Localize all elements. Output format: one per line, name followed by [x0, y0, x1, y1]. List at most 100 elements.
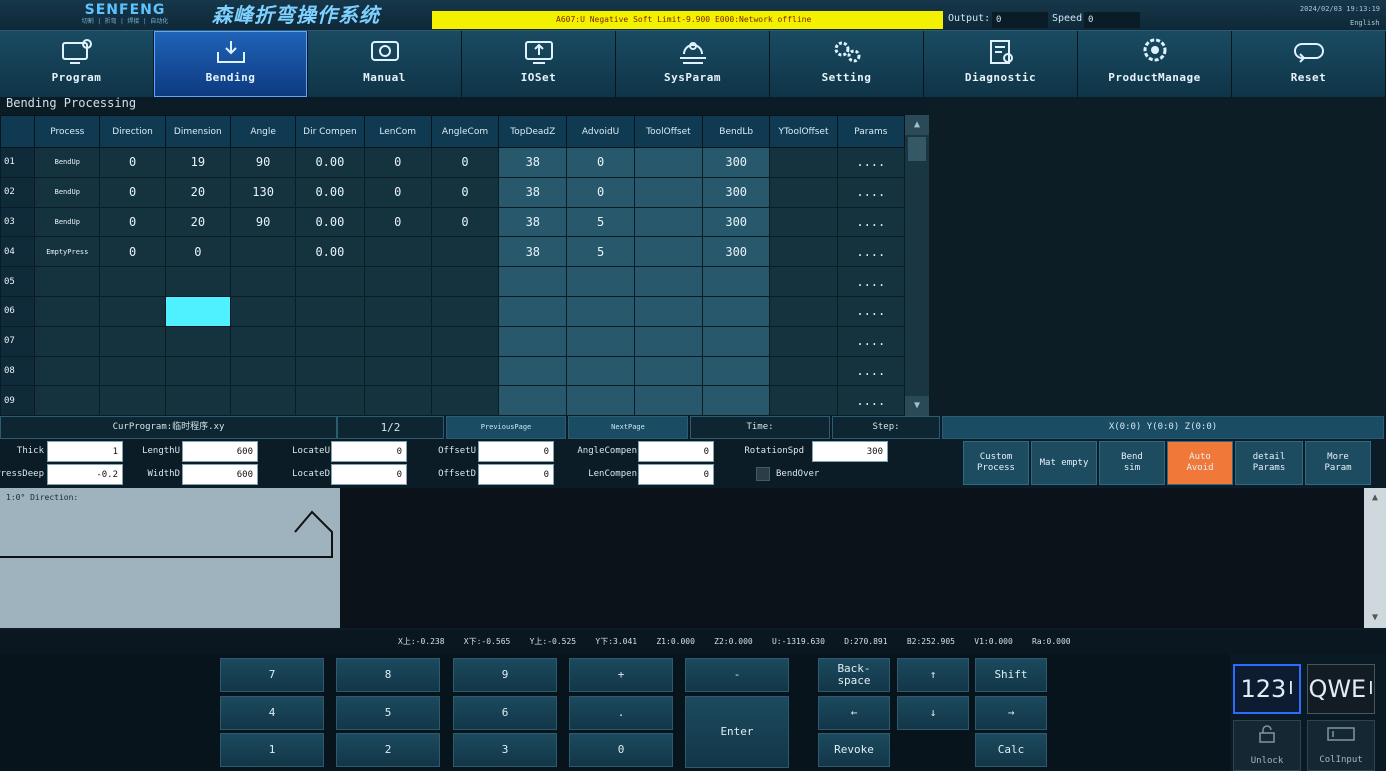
table-cell[interactable] [295, 355, 365, 387]
bendover-checkbox[interactable] [756, 467, 770, 481]
table-cell[interactable] [229, 295, 297, 327]
table-cell[interactable] [633, 385, 704, 417]
table-cell[interactable]: 0 [363, 147, 432, 178]
table-cell[interactable]: 0 [566, 176, 635, 208]
table-cell[interactable]: 20 [164, 176, 231, 208]
lencompen-input[interactable]: 0 [638, 464, 714, 485]
table-cell[interactable] [430, 266, 500, 297]
table-cell[interactable] [430, 355, 500, 387]
table-cell[interactable] [566, 295, 635, 327]
table-cell[interactable] [566, 266, 635, 297]
custom-process-button[interactable]: Custom Process [963, 441, 1029, 485]
table-cell[interactable]: 0 [430, 176, 500, 208]
table-cell[interactable] [769, 355, 838, 387]
row-number[interactable]: 01 [0, 147, 36, 178]
table-cell[interactable] [34, 385, 101, 417]
table-cell[interactable] [295, 295, 365, 327]
table-cell[interactable]: 0 [99, 206, 166, 238]
table-cell[interactable]: 0 [363, 176, 432, 208]
table-cell[interactable]: 130 [229, 176, 297, 208]
key-minus[interactable]: - [685, 658, 789, 692]
key-8[interactable]: 8 [336, 658, 440, 692]
table-cell[interactable]: 0.00 [295, 147, 365, 178]
table-cell[interactable]: 300 [702, 147, 771, 178]
language-switch[interactable]: English [1350, 19, 1380, 27]
table-cell[interactable]: .... [836, 325, 906, 357]
table-cell[interactable]: 19 [164, 147, 231, 178]
table-cell[interactable] [702, 325, 771, 357]
arrow-down-key[interactable]: ↓ [897, 696, 969, 730]
row-number[interactable]: 06 [0, 295, 36, 327]
table-cell[interactable] [363, 325, 432, 357]
table-cell[interactable]: .... [836, 176, 906, 208]
table-cell[interactable] [498, 385, 568, 417]
table-row[interactable]: 04 EmptyPress 0 0 0.00 38 5 300.... [0, 236, 906, 268]
table-cell[interactable] [633, 206, 704, 238]
offsetd-input[interactable]: 0 [478, 464, 554, 485]
table-cell[interactable]: BendUp [34, 206, 101, 238]
table-row[interactable]: 09.... [0, 385, 906, 417]
backspace-key[interactable]: Back- space [818, 658, 890, 692]
table-cell[interactable] [295, 385, 365, 417]
table-cell[interactable] [34, 355, 101, 387]
table-cell[interactable]: 90 [229, 206, 297, 238]
scroll-down-icon[interactable]: ▼ [1364, 608, 1386, 628]
scroll-down-icon[interactable]: ▼ [905, 396, 929, 416]
table-cell[interactable] [363, 266, 432, 297]
mat-empty-button[interactable]: Mat empty [1031, 441, 1097, 485]
table-cell[interactable] [498, 325, 568, 357]
table-cell[interactable]: .... [836, 355, 906, 387]
nav-reset[interactable]: Reset [1232, 31, 1386, 97]
scroll-up-icon[interactable]: ▲ [1364, 488, 1386, 508]
table-cell[interactable] [164, 295, 231, 327]
table-cell[interactable] [633, 266, 704, 297]
locateu-input[interactable]: 0 [331, 441, 407, 462]
offsetu-input[interactable]: 0 [478, 441, 554, 462]
table-cell[interactable]: .... [836, 206, 906, 238]
table-cell[interactable] [633, 325, 704, 357]
table-cell[interactable] [566, 355, 635, 387]
thick-input[interactable]: 1 [47, 441, 123, 462]
table-cell[interactable] [229, 236, 297, 268]
table-cell[interactable] [498, 355, 568, 387]
scroll-thumb[interactable] [908, 137, 926, 161]
key-7[interactable]: 7 [220, 658, 324, 692]
table-row[interactable]: 05.... [0, 266, 906, 297]
table-cell[interactable]: 0.00 [295, 206, 365, 238]
revoke-key[interactable]: Revoke [818, 733, 890, 767]
bend-sim-button[interactable]: Bend sim [1099, 441, 1165, 485]
table-cell[interactable]: EmptyPress [34, 236, 101, 268]
lengthu-input[interactable]: 600 [182, 441, 258, 462]
arrow-right-key[interactable]: → [975, 696, 1047, 730]
table-row[interactable]: 06.... [0, 295, 906, 327]
nav-manual[interactable]: Manual [308, 31, 462, 97]
detail-params-button[interactable]: detail Params [1235, 441, 1303, 485]
table-cell[interactable] [702, 385, 771, 417]
row-number[interactable]: 02 [0, 176, 36, 208]
table-cell[interactable]: 0 [566, 147, 635, 178]
row-number[interactable]: 03 [0, 206, 36, 238]
table-cell[interactable] [702, 355, 771, 387]
table-row[interactable]: 03 BendUp 0 20 90 0.00 0 0 38 5 300.... [0, 206, 906, 238]
table-cell[interactable] [498, 266, 568, 297]
row-number[interactable]: 08 [0, 355, 36, 387]
table-cell[interactable] [363, 295, 432, 327]
unlock-button[interactable]: Unlock [1233, 720, 1301, 771]
table-cell[interactable]: 0 [99, 147, 166, 178]
key-0[interactable]: 0 [569, 733, 673, 767]
alarm-banner[interactable]: A607:U Negative Soft Limit-9.900 E000:Ne… [432, 11, 943, 29]
table-cell[interactable] [164, 325, 231, 357]
previous-page-button[interactable]: PreviousPage [446, 416, 566, 439]
table-cell[interactable] [164, 266, 231, 297]
table-cell[interactable]: 300 [702, 206, 771, 238]
arrow-up-key[interactable]: ↑ [897, 658, 969, 692]
table-cell[interactable] [498, 295, 568, 327]
shift-key[interactable]: Shift [975, 658, 1047, 692]
table-cell[interactable] [363, 236, 432, 268]
table-cell[interactable] [295, 266, 365, 297]
numeric-mode-button[interactable]: 123 I [1233, 664, 1301, 714]
table-cell[interactable]: BendUp [34, 176, 101, 208]
table-cell[interactable] [702, 266, 771, 297]
table-cell[interactable]: 0 [363, 206, 432, 238]
table-row[interactable]: 08.... [0, 355, 906, 387]
